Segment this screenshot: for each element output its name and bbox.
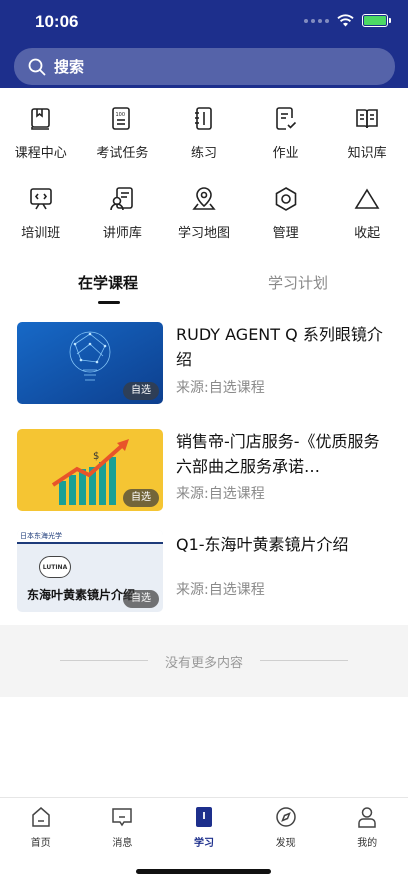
grid-item-knowledge-base[interactable]: 知识库 bbox=[326, 100, 408, 180]
grid-item-exam-task[interactable]: 100 考试任务 bbox=[82, 100, 164, 180]
home-indicator bbox=[136, 869, 271, 874]
grid-label: 课程中心 bbox=[14, 146, 67, 161]
tab-active-indicator bbox=[98, 301, 120, 304]
discover-icon bbox=[275, 807, 296, 827]
svg-text:$: $ bbox=[93, 451, 99, 462]
course-thumbnail: $ 自选 bbox=[17, 429, 163, 511]
course-item[interactable]: 日本东海光学 LUTINA 东海叶黄素镜片介绍 自选 Q1-东海叶黄素镜片介绍 … bbox=[0, 530, 408, 618]
thumb-caption: 东海叶黄素镜片介绍 bbox=[27, 588, 136, 602]
course-item[interactable]: 自选 RUDY AGENT Q 系列眼镜介绍 来源:自选课程 bbox=[0, 322, 408, 410]
search-icon bbox=[28, 58, 46, 75]
course-center-icon bbox=[30, 108, 50, 130]
grid-item-manage[interactable]: 管理 bbox=[245, 180, 327, 260]
grid-item-practice[interactable]: 练习 bbox=[163, 100, 245, 180]
header: 10:06 搜索 bbox=[0, 0, 408, 88]
grid-item-collapse[interactable]: 收起 bbox=[326, 180, 408, 260]
status-time: 10:06 bbox=[35, 12, 79, 31]
tab-learning-plan[interactable]: 学习计划 bbox=[268, 272, 328, 293]
grid-item-learning-map[interactable]: 学习地图 bbox=[163, 180, 245, 260]
course-badge: 自选 bbox=[123, 590, 159, 608]
battery-icon bbox=[362, 14, 391, 27]
tabbar-profile[interactable]: 我的 bbox=[326, 806, 408, 849]
tabbar-label: 发现 bbox=[275, 838, 296, 849]
lecturer-icon bbox=[110, 187, 134, 211]
tabbar-label: 我的 bbox=[357, 838, 378, 849]
no-more-section: 没有更多内容 bbox=[0, 625, 408, 697]
collapse-icon bbox=[354, 188, 380, 209]
message-icon bbox=[112, 808, 133, 827]
course-badge: 自选 bbox=[123, 382, 159, 400]
exam-task-icon: 100 bbox=[112, 107, 131, 130]
grid-label: 学习地图 bbox=[177, 226, 230, 241]
course-source: 来源:自选课程 bbox=[176, 486, 265, 502]
learning-map-icon bbox=[192, 187, 216, 210]
tabbar-discover[interactable]: 发现 bbox=[245, 806, 327, 849]
grid-item-course-center[interactable]: 课程中心 bbox=[0, 100, 82, 180]
tabbar-study[interactable]: 学习 bbox=[163, 806, 245, 849]
grid-label: 培训班 bbox=[21, 226, 61, 241]
grid-label: 练习 bbox=[190, 146, 217, 161]
training-class-icon bbox=[29, 188, 52, 210]
search-label: 搜索 bbox=[54, 58, 85, 76]
course-badge: 自选 bbox=[123, 489, 159, 507]
grid-label: 讲师库 bbox=[102, 226, 142, 241]
grid-item-homework[interactable]: 作业 bbox=[245, 100, 327, 180]
signal-icon bbox=[304, 18, 329, 23]
status-bar: 10:06 bbox=[0, 0, 408, 44]
search-bar[interactable]: 搜索 bbox=[14, 48, 395, 85]
no-more-text: 没有更多内容 bbox=[164, 656, 243, 671]
divider bbox=[260, 660, 348, 661]
thumb-header: 日本东海光学 bbox=[20, 532, 62, 540]
grid-item-training-class[interactable]: 培训班 bbox=[0, 180, 82, 260]
svg-text:100: 100 bbox=[116, 112, 126, 118]
grid-label: 作业 bbox=[272, 146, 299, 161]
study-icon bbox=[195, 807, 212, 827]
manage-icon bbox=[275, 187, 296, 211]
grid-label: 知识库 bbox=[347, 146, 387, 161]
tabbar-label: 消息 bbox=[112, 838, 133, 849]
course-title: Q1-东海叶黄素镜片介绍 bbox=[176, 535, 349, 554]
profile-icon bbox=[358, 807, 376, 828]
course-source: 来源:自选课程 bbox=[176, 582, 265, 598]
grid-label: 管理 bbox=[272, 226, 299, 241]
grid-item-lecturer[interactable]: 讲师库 bbox=[82, 180, 164, 260]
tabbar-message[interactable]: 消息 bbox=[82, 806, 164, 849]
homework-icon bbox=[275, 107, 296, 130]
home-icon bbox=[32, 807, 50, 827]
course-source: 来源:自选课程 bbox=[176, 380, 265, 396]
lutina-logo: LUTINA bbox=[39, 556, 71, 578]
course-item[interactable]: $ 自选 销售帝-门店服务-《优质服务六部曲之服务承诺… 来源:自选课程 bbox=[0, 429, 408, 517]
grid-label: 考试任务 bbox=[96, 146, 149, 161]
wifi-icon bbox=[337, 14, 354, 27]
course-tabs: 在学课程 学习计划 bbox=[0, 268, 408, 308]
tab-learning-courses[interactable]: 在学课程 bbox=[78, 272, 138, 293]
tabbar-label: 学习 bbox=[193, 838, 214, 849]
grid-label: 收起 bbox=[354, 226, 381, 241]
course-thumbnail: 自选 bbox=[17, 322, 163, 404]
tabbar-home[interactable]: 首页 bbox=[0, 806, 82, 849]
knowledge-base-icon bbox=[356, 109, 378, 129]
course-title: RUDY AGENT Q 系列眼镜介绍 bbox=[176, 325, 383, 369]
tabbar-label: 首页 bbox=[30, 838, 51, 849]
status-icons bbox=[304, 14, 391, 27]
course-thumbnail: 日本东海光学 LUTINA 东海叶黄素镜片介绍 自选 bbox=[17, 530, 163, 612]
function-grid: 课程中心 100 考试任务 练习 作业 知识库 培训班 讲师库 学习地图 管理 … bbox=[0, 100, 408, 260]
practice-icon bbox=[194, 107, 212, 130]
course-title: 销售帝-门店服务-《优质服务六部曲之服务承诺… bbox=[176, 432, 380, 476]
